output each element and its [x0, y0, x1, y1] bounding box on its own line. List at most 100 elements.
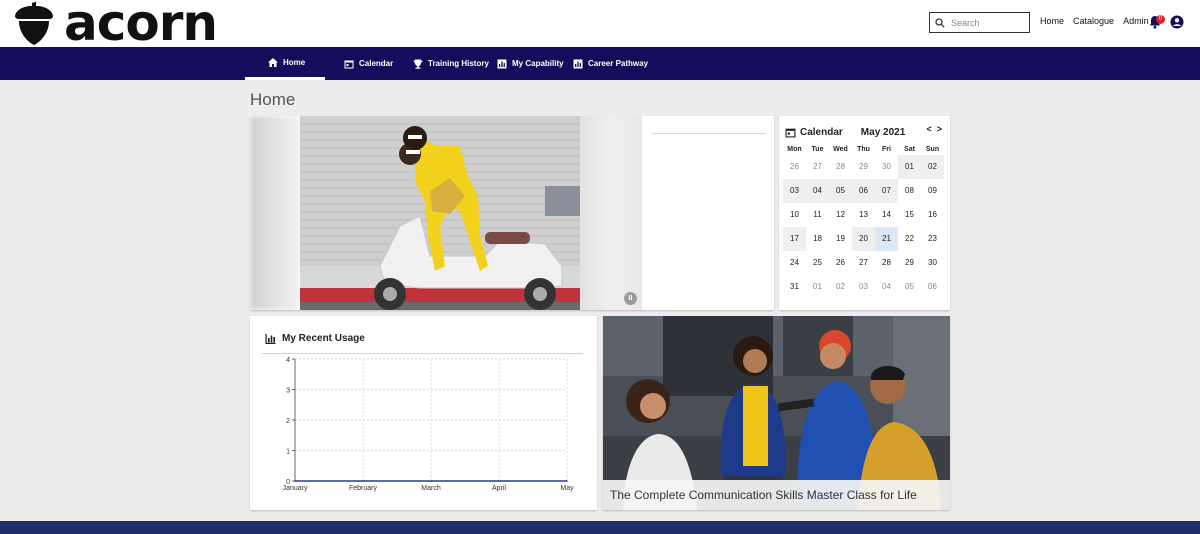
- nav-my-capability[interactable]: My Capability: [497, 47, 564, 80]
- x-tick-label: January: [283, 485, 308, 492]
- calendar-prev-button[interactable]: <: [926, 124, 931, 134]
- page-title: Home: [250, 90, 296, 109]
- calendar-day[interactable]: 08: [898, 179, 921, 203]
- calendar-next-button[interactable]: >: [937, 124, 942, 134]
- course-title[interactable]: The Complete Communication Skills Master…: [603, 480, 950, 510]
- calendar-day[interactable]: 24: [783, 251, 806, 275]
- x-tick-label: March: [421, 485, 441, 492]
- recent-usage-card: My Recent Usage 0 1 2 3 4 January February Marc…: [250, 316, 597, 510]
- nav-career-pathway-label: Career Pathway: [588, 59, 649, 68]
- search-box[interactable]: [929, 12, 1030, 33]
- brand-logo[interactable]: acorn: [14, 0, 218, 52]
- calendar-day[interactable]: 22: [898, 227, 921, 251]
- calendar-icon: [344, 60, 354, 68]
- calendar-day[interactable]: 26: [783, 155, 806, 179]
- calendar-day[interactable]: 10: [783, 203, 806, 227]
- calendar-day[interactable]: 21: [875, 227, 898, 251]
- calendar-day[interactable]: 18: [806, 227, 829, 251]
- trophy-icon: [413, 59, 423, 69]
- calendar-day[interactable]: 29: [852, 155, 875, 179]
- calendar-day[interactable]: 02: [921, 155, 944, 179]
- calendar-day[interactable]: 30: [921, 251, 944, 275]
- calendar-day[interactable]: 17: [783, 227, 806, 251]
- top-header: acorn Home Catalogue Admin 0: [0, 0, 1200, 52]
- calendar-day[interactable]: 15: [898, 203, 921, 227]
- calendar-day[interactable]: 27: [806, 155, 829, 179]
- nav-home-label: Home: [283, 57, 306, 67]
- nav-calendar-label: Calendar: [359, 59, 394, 68]
- calendar-day[interactable]: 19: [829, 227, 852, 251]
- calendar-weekday: Wed: [833, 146, 848, 153]
- divider: [652, 133, 766, 134]
- calendar-day[interactable]: 13: [852, 203, 875, 227]
- calendar-day[interactable]: 07: [875, 179, 898, 203]
- y-tick-label: 4: [286, 357, 290, 364]
- calendar-nav: < >: [926, 124, 942, 134]
- top-links: Home Catalogue Admin: [1040, 16, 1149, 26]
- calendar-day[interactable]: 31: [783, 275, 806, 299]
- brand-name: acorn: [64, 0, 218, 52]
- pause-icon: II: [628, 295, 633, 302]
- calendar-day[interactable]: 23: [921, 227, 944, 251]
- calendar-title: Calendar: [800, 126, 843, 138]
- calendar-day[interactable]: 09: [921, 179, 944, 203]
- x-tick-label: April: [492, 485, 506, 492]
- bar-chart-icon: [497, 59, 507, 68]
- calendar-day[interactable]: 02: [829, 275, 852, 299]
- calendar-day[interactable]: 01: [806, 275, 829, 299]
- calendar-weekday: Mon: [787, 146, 802, 153]
- carousel-next-slide[interactable]: [580, 116, 642, 310]
- calendar-day[interactable]: 14: [875, 203, 898, 227]
- calendar-day[interactable]: 11: [806, 203, 829, 227]
- nav-home[interactable]: Home: [245, 47, 325, 80]
- calendar-day[interactable]: 05: [829, 179, 852, 203]
- home-icon: [268, 57, 278, 67]
- calendar-day[interactable]: 25: [806, 251, 829, 275]
- carousel-prev-slide[interactable]: [250, 116, 300, 310]
- calendar-day[interactable]: 05: [898, 275, 921, 299]
- featured-course-card[interactable]: The Complete Communication Skills Master…: [603, 316, 950, 510]
- calendar-day[interactable]: 28: [875, 251, 898, 275]
- calendar-day[interactable]: 26: [829, 251, 852, 275]
- account-icon[interactable]: [1170, 15, 1184, 29]
- top-link-admin[interactable]: Admin: [1123, 16, 1149, 26]
- nav-calendar[interactable]: Calendar: [344, 47, 393, 80]
- calendar-day[interactable]: 04: [806, 179, 829, 203]
- acorn-icon: [15, 1, 53, 45]
- calendar-weekday: Tue: [811, 146, 824, 153]
- calendar-day[interactable]: 30: [875, 155, 898, 179]
- calendar-grid: Mon Tue Wed Thu Fri Sat Sun 26 27 28 29 30 01 02 03 04 0…: [783, 144, 947, 299]
- nav-career-pathway[interactable]: Career Pathway: [573, 47, 648, 80]
- calendar-icon: [785, 128, 796, 137]
- calendar-day[interactable]: 03: [852, 275, 875, 299]
- search-icon: [935, 17, 945, 28]
- top-link-home[interactable]: Home: [1040, 16, 1064, 26]
- data-point: [362, 480, 364, 482]
- calendar-day[interactable]: 03: [783, 179, 806, 203]
- nav-training-history[interactable]: Training History: [413, 47, 489, 80]
- calendar-day[interactable]: 12: [829, 203, 852, 227]
- calendar-widget: Calendar May 2021 < > Mon Tue Wed Thu Fri Sat…: [779, 116, 950, 310]
- hero-image: [300, 116, 580, 310]
- calendar-weekday: Thu: [857, 146, 870, 153]
- calendar-day[interactable]: 06: [921, 275, 944, 299]
- calendar-day[interactable]: 04: [875, 275, 898, 299]
- usage-title: My Recent Usage: [282, 333, 365, 344]
- calendar-weekday: Sun: [925, 146, 940, 153]
- bar-chart-icon: [265, 333, 276, 344]
- calendar-month: May 2021: [860, 126, 906, 138]
- calendar-day[interactable]: 28: [829, 155, 852, 179]
- calendar-day[interactable]: 01: [898, 155, 921, 179]
- top-link-catalogue[interactable]: Catalogue: [1073, 16, 1114, 26]
- nav-training-history-label: Training History: [428, 59, 489, 68]
- search-input[interactable]: [951, 17, 1021, 28]
- calendar-day[interactable]: 20: [852, 227, 875, 251]
- calendar-day[interactable]: 06: [852, 179, 875, 203]
- pause-button[interactable]: II: [624, 292, 637, 305]
- calendar-day[interactable]: 29: [898, 251, 921, 275]
- y-tick-label: 2: [286, 418, 290, 425]
- calendar-day[interactable]: 27: [852, 251, 875, 275]
- hero-carousel[interactable]: II: [250, 116, 774, 310]
- calendar-day[interactable]: 16: [921, 203, 944, 227]
- y-tick-label: 3: [286, 388, 290, 395]
